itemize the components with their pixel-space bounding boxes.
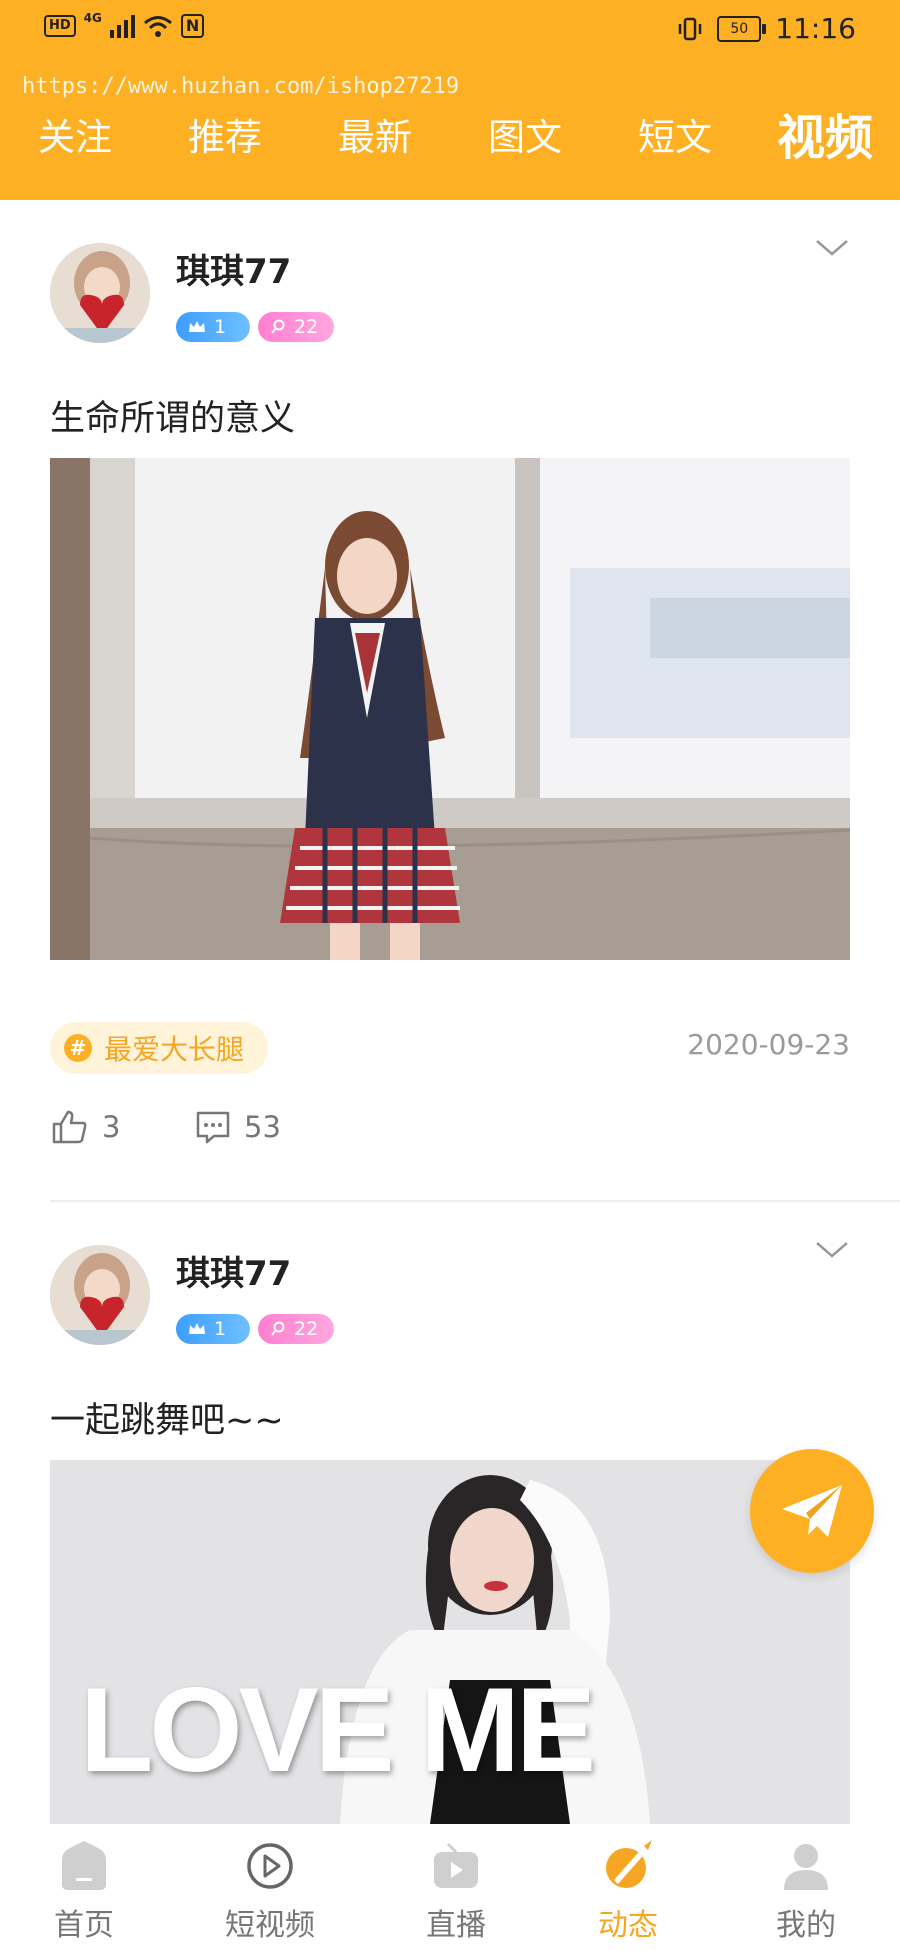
paper-plane-icon xyxy=(782,1485,842,1537)
nav-profile[interactable]: 我的 xyxy=(726,1824,886,1944)
battery-indicator: 50 xyxy=(717,15,767,42)
play-circle-icon xyxy=(247,1843,293,1889)
nav-label: 我的 xyxy=(776,1908,836,1943)
post-date: 2020-09-23 xyxy=(687,1028,850,1061)
fan-icon xyxy=(271,319,285,334)
nav-short-video[interactable]: 短视频 xyxy=(190,1824,350,1944)
level-value: 1 xyxy=(214,316,227,338)
level-badge: 1 xyxy=(176,1314,250,1344)
profile-icon xyxy=(784,1844,828,1890)
fans-badge: 22 xyxy=(258,1314,334,1344)
username[interactable]: 琪琪77 xyxy=(176,1246,291,1295)
post-divider xyxy=(50,1200,900,1202)
fans-badge: 22 xyxy=(258,312,334,342)
nav-label: 直播 xyxy=(426,1908,486,1943)
tab-image-text[interactable]: 图文 xyxy=(488,108,562,168)
post-image[interactable] xyxy=(50,458,850,960)
image-overlay-text: LOVE ME xyxy=(80,1663,596,1797)
nav-live[interactable]: 直播 xyxy=(376,1824,536,1944)
level-badge: 1 xyxy=(176,312,250,342)
avatar[interactable] xyxy=(50,243,150,343)
tab-latest[interactable]: 最新 xyxy=(338,108,412,168)
comment-icon xyxy=(196,1111,230,1144)
comment-count: 53 xyxy=(244,1110,281,1144)
status-bar: HD 4G N 50 11:16 xyxy=(0,0,900,62)
avatar[interactable] xyxy=(50,1245,150,1345)
top-header: HD 4G N 50 11:16 https://www.huzhan.com/… xyxy=(0,0,900,200)
chevron-down-icon[interactable] xyxy=(814,1238,850,1262)
clock: 11:16 xyxy=(775,12,856,45)
username[interactable]: 琪琪77 xyxy=(176,244,291,293)
status-right: 50 11:16 xyxy=(677,12,856,45)
fans-value: 22 xyxy=(294,316,319,338)
fans-value: 22 xyxy=(294,1318,319,1340)
tab-follow[interactable]: 关注 xyxy=(38,108,112,168)
moments-icon xyxy=(606,1840,652,1888)
hd-indicator: HD xyxy=(44,15,76,37)
post-caption: 生命所谓的意义 xyxy=(50,399,296,439)
nav-label: 首页 xyxy=(54,1908,114,1943)
fan-icon xyxy=(271,1321,285,1336)
tab-video[interactable]: 视频 xyxy=(777,108,873,168)
topic-tag[interactable]: # 最爱大长腿 xyxy=(50,1022,269,1074)
nav-home[interactable]: 首页 xyxy=(4,1824,164,1944)
nav-label: 动态 xyxy=(598,1908,658,1943)
nav-moments[interactable]: 动态 xyxy=(548,1824,708,1944)
like-count: 3 xyxy=(102,1110,121,1144)
level-value: 1 xyxy=(214,1318,227,1340)
tab-recommend[interactable]: 推荐 xyxy=(188,108,262,168)
home-icon xyxy=(62,1841,106,1890)
signal-icon xyxy=(109,14,135,38)
crown-icon xyxy=(189,1323,205,1334)
network-type: 4G xyxy=(83,11,102,25)
category-tabs: 关注 推荐 最新 图文 短文 视频 xyxy=(0,108,900,168)
tab-short-text[interactable]: 短文 xyxy=(638,108,712,168)
nfc-icon: N xyxy=(180,14,205,38)
watermark-url: https://www.huzhan.com/ishop27219 xyxy=(22,74,460,99)
bottom-nav: 首页 短视频 直播 动态 我的 xyxy=(0,1824,900,1950)
post-image[interactable]: LOVE ME xyxy=(50,1460,850,1824)
live-tv-icon xyxy=(434,1842,478,1888)
publish-button[interactable] xyxy=(750,1449,874,1573)
hashtag-icon: # xyxy=(64,1034,92,1062)
comment-button[interactable]: 53 xyxy=(196,1110,281,1144)
wifi-icon xyxy=(143,16,172,37)
topic-label: 最爱大长腿 xyxy=(104,1033,245,1066)
nav-label: 短视频 xyxy=(225,1908,315,1943)
post-caption: 一起跳舞吧~~ xyxy=(50,1401,284,1441)
vibrate-icon xyxy=(679,17,702,40)
status-left: HD 4G N xyxy=(44,11,205,38)
chevron-down-icon[interactable] xyxy=(814,236,850,260)
crown-icon xyxy=(189,321,205,332)
thumb-up-icon xyxy=(52,1110,87,1144)
like-button[interactable]: 3 xyxy=(52,1110,120,1144)
